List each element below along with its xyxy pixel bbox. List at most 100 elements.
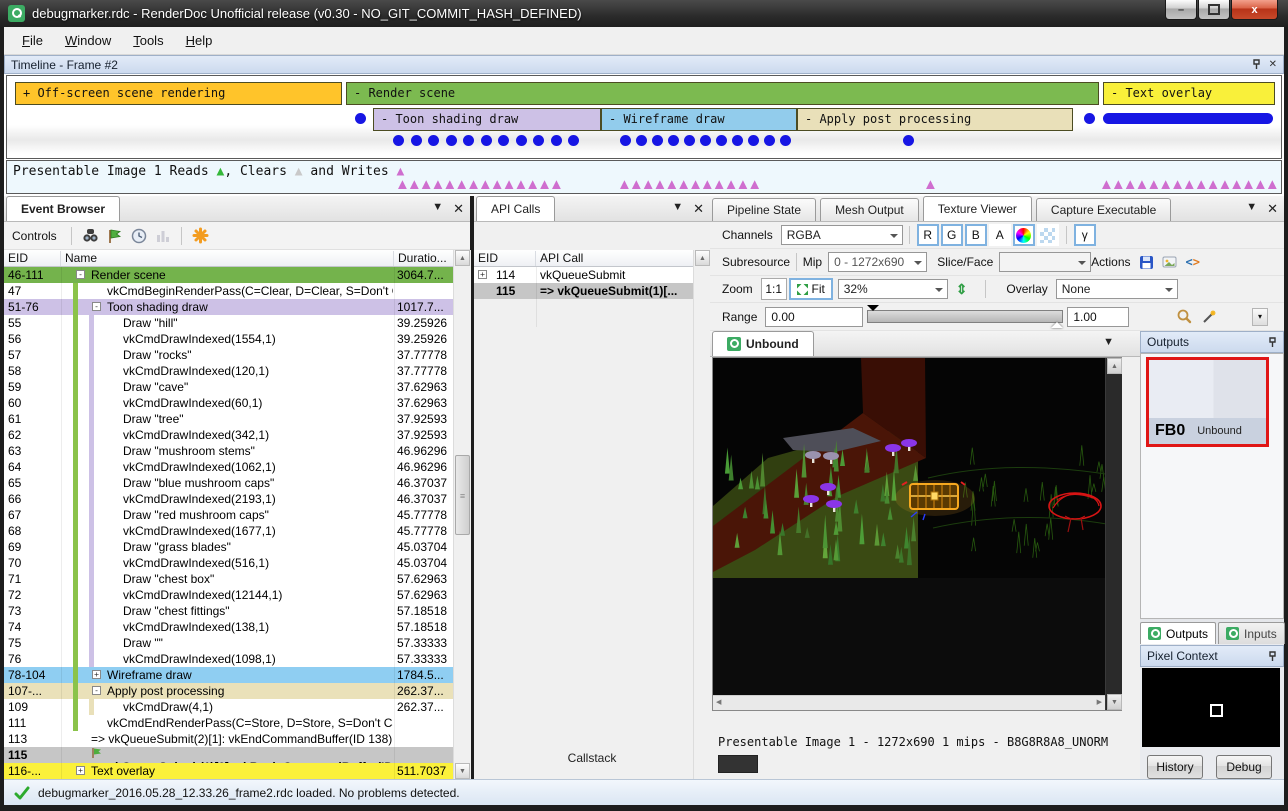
chevron-down-icon[interactable]: ▼ — [672, 201, 683, 217]
close-button[interactable]: x — [1231, 0, 1278, 20]
checkerboard-button[interactable] — [1037, 224, 1059, 246]
draw-event-dot[interactable] — [355, 113, 366, 124]
channels-select[interactable]: RGBA — [781, 225, 903, 245]
range-slider[interactable] — [867, 310, 1063, 323]
menu-window[interactable]: Window — [55, 29, 121, 52]
zoom-select[interactable]: 32% — [838, 279, 948, 299]
draw-event-dot[interactable] — [428, 135, 439, 146]
tab-capture-executable[interactable]: Capture Executable — [1036, 198, 1171, 221]
event-row-69[interactable]: 69Draw "grass blades"45.03704 — [4, 539, 455, 555]
close-icon[interactable]: ✕ — [693, 201, 704, 217]
overflow-button[interactable]: ▾ — [1252, 308, 1268, 326]
timeline-marker-text-overlay[interactable]: - Text overlay — [1103, 82, 1275, 105]
event-row-72[interactable]: 72vkCmdDrawIndexed(12144,1)57.62963 — [4, 587, 455, 603]
event-row-51-76[interactable]: 51-76-Toon shading draw1017.7... — [4, 299, 455, 315]
texture-display[interactable]: ▲ ▼ ◀ ▶ — [712, 357, 1122, 711]
color-wheel-button[interactable] — [1013, 224, 1035, 246]
draw-event-dot[interactable] — [498, 135, 509, 146]
draw-event-dot[interactable] — [463, 135, 474, 146]
close-icon[interactable]: ✕ — [1269, 60, 1277, 70]
draw-event-dot[interactable] — [1084, 113, 1095, 124]
tab-api-calls[interactable]: API Calls — [476, 196, 555, 221]
tab-outputs[interactable]: Outputs — [1140, 622, 1216, 644]
chevron-down-icon[interactable]: ▼ — [432, 201, 443, 217]
pin-icon[interactable] — [1252, 59, 1261, 70]
tab-texture-unbound[interactable]: Unbound — [712, 331, 814, 356]
event-row-65[interactable]: 65Draw "blue mushroom caps"46.37037 — [4, 475, 455, 491]
jump-to-event-icon[interactable] — [107, 228, 123, 244]
draw-event-dot[interactable] — [620, 135, 631, 146]
pixel-context-view[interactable] — [1142, 668, 1280, 747]
open-resource-icon[interactable] — [1162, 255, 1178, 269]
event-row-78-104[interactable]: 78-104+Wireframe draw1784.5... — [4, 667, 455, 683]
event-row-67[interactable]: 67Draw "red mushroom caps"45.77778 — [4, 507, 455, 523]
event-row-66[interactable]: 66vkCmdDrawIndexed(2193,1)46.37037 — [4, 491, 455, 507]
draw-event-dot[interactable] — [393, 135, 404, 146]
scroll-up-icon[interactable]: ▲ — [695, 250, 710, 266]
event-row-75[interactable]: 75Draw ""57.33333 — [4, 635, 455, 651]
draw-event-dot[interactable] — [551, 135, 562, 146]
scroll-up-icon[interactable]: ▲ — [1107, 358, 1122, 374]
draw-event-dot[interactable] — [764, 135, 775, 146]
slice-face-select[interactable] — [999, 252, 1091, 272]
event-row-68[interactable]: 68vkCmdDrawIndexed(1677,1)45.77778 — [4, 523, 455, 539]
close-icon[interactable]: ✕ — [1267, 201, 1278, 217]
tab-mesh-output[interactable]: Mesh Output — [820, 198, 919, 221]
api-table-header[interactable]: EID API Call — [474, 250, 694, 267]
viewport-hscrollbar[interactable]: ◀ ▶ — [713, 695, 1105, 710]
event-row-107-[interactable]: 107-...-Apply post processing262.37... — [4, 683, 455, 699]
debug-button[interactable]: Debug — [1216, 755, 1272, 779]
callstack-section-label[interactable]: Callstack — [474, 751, 710, 765]
event-row-55[interactable]: 55Draw "hill"39.25926 — [4, 315, 455, 331]
timeline-marker-wireframe-draw[interactable]: - Wireframe draw — [601, 108, 797, 131]
event-row-61[interactable]: 61Draw "tree"37.92593 — [4, 411, 455, 427]
draw-event-dot[interactable] — [446, 135, 457, 146]
viewport-vscrollbar[interactable]: ▲ ▼ — [1105, 358, 1122, 710]
channel-red-button[interactable]: R — [917, 224, 939, 246]
event-row-46-111[interactable]: 46-111-Render scene3064.7... — [4, 267, 455, 283]
timeline-marker-apply-post-processing[interactable]: - Apply post processing — [797, 108, 1073, 131]
tab-texture-viewer[interactable]: Texture Viewer — [923, 196, 1032, 221]
draw-event-dot[interactable] — [748, 135, 759, 146]
overlay-select[interactable]: None — [1056, 279, 1178, 299]
draw-event-dot[interactable] — [716, 135, 727, 146]
event-row-62[interactable]: 62vkCmdDrawIndexed(342,1)37.92593 — [4, 427, 455, 443]
timeline-marker-toon-shading-draw[interactable]: - Toon shading draw — [373, 108, 601, 131]
event-row-56[interactable]: 56vkCmdDrawIndexed(1554,1)39.25926 — [4, 331, 455, 347]
history-button[interactable]: History — [1147, 755, 1203, 779]
draw-event-dot[interactable] — [516, 135, 527, 146]
fb0-thumbnail[interactable]: FB0 Unbound — [1146, 357, 1269, 447]
find-icon[interactable] — [82, 228, 99, 243]
draw-event-dot[interactable] — [652, 135, 663, 146]
close-icon[interactable]: ✕ — [453, 201, 464, 217]
maximize-button[interactable] — [1198, 0, 1230, 20]
timing-icon[interactable] — [131, 228, 147, 244]
mip-select[interactable]: 0 - 1272x690 — [828, 252, 927, 272]
scroll-down-icon[interactable]: ▼ — [455, 763, 470, 779]
expander-icon[interactable]: - — [76, 270, 85, 279]
range-max-value[interactable]: 1.00 — [1067, 307, 1129, 327]
draw-event-dot[interactable] — [780, 135, 791, 146]
api-row-115[interactable]: 115=> vkQueueSubmit(1)[... — [474, 283, 694, 299]
pin-icon[interactable] — [1268, 337, 1277, 348]
gamma-button[interactable]: γ — [1074, 224, 1096, 246]
event-row-63[interactable]: 63Draw "mushroom stems"46.96296 — [4, 443, 455, 459]
timeline-marker-off-screen-scene-rendering[interactable]: + Off-screen scene rendering — [15, 82, 342, 105]
event-row-115[interactable]: 115 => vkQueueSubmit(1)[0]: vkBeginComma… — [4, 747, 455, 763]
event-row-109[interactable]: 109vkCmdDraw(4,1)262.37... — [4, 699, 455, 715]
event-row-64[interactable]: 64vkCmdDrawIndexed(1062,1)46.96296 — [4, 459, 455, 475]
event-row-58[interactable]: 58vkCmdDrawIndexed(120,1)37.77778 — [4, 363, 455, 379]
pin-icon[interactable] — [1268, 651, 1277, 662]
event-row-71[interactable]: 71Draw "chest box"57.62963 — [4, 571, 455, 587]
bookmark-icon[interactable] — [192, 227, 209, 244]
event-row-111[interactable]: 111vkCmdEndRenderPass(C=Store, D=Store, … — [4, 715, 455, 731]
zoom-fit-button[interactable]: Fit — [789, 278, 833, 300]
chevron-down-icon[interactable]: ▼ — [1246, 201, 1257, 217]
event-browser-scrollbar[interactable]: ▲ ▼ — [453, 250, 471, 779]
zoom-1-1-button[interactable]: 1:1 — [761, 278, 787, 300]
draw-event-dot[interactable] — [903, 135, 914, 146]
channel-alpha-button[interactable]: A — [989, 224, 1011, 246]
expander-icon[interactable]: - — [92, 302, 101, 311]
scroll-up-icon[interactable]: ▲ — [455, 250, 470, 266]
tab-pipeline-state[interactable]: Pipeline State — [712, 198, 816, 221]
